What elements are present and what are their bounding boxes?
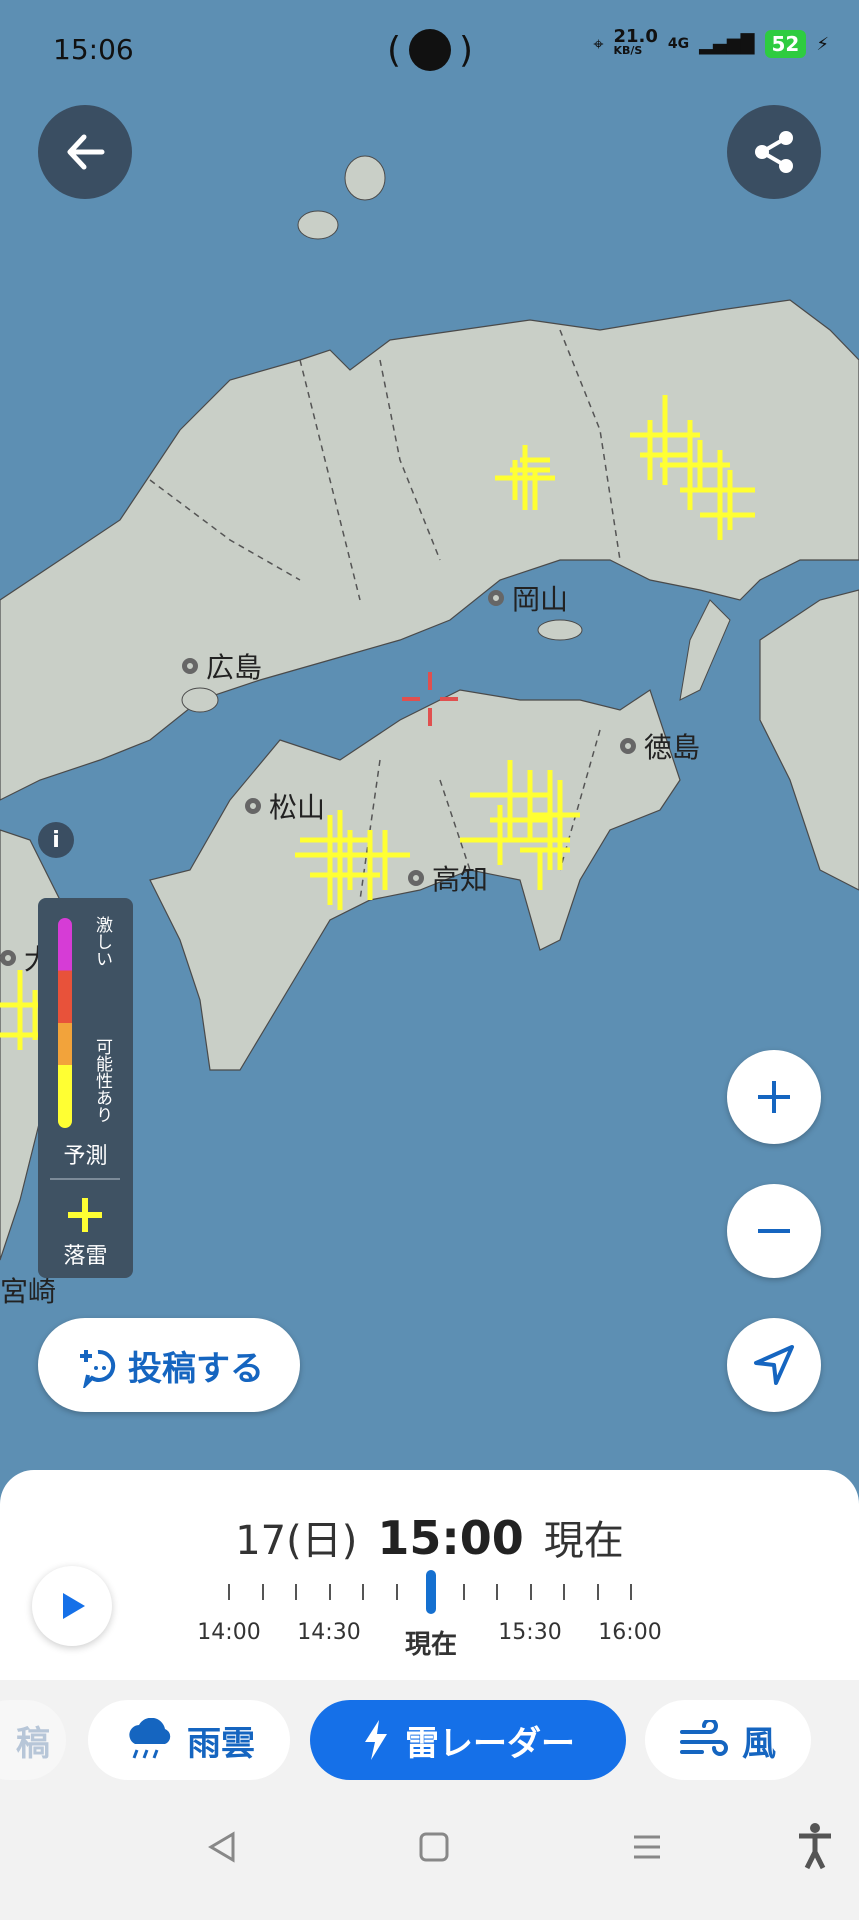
time-tick-label-current: 現在 (404, 1630, 458, 1660)
timeline-handle[interactable] (426, 1570, 436, 1614)
tab-post-label: 稿 (16, 1723, 50, 1764)
city-dot (408, 870, 424, 886)
post-button[interactable]: 投稿する (38, 1318, 300, 1412)
signal-icon: ▂▄▆█ (699, 33, 755, 55)
share-button[interactable] (727, 105, 821, 199)
time-tick-label: 15:30 (498, 1620, 562, 1645)
now-label: 現在 (543, 1518, 624, 1564)
city-tokushima[interactable]: 徳島 (620, 726, 700, 766)
accessibility-icon[interactable] (795, 1822, 835, 1870)
tab-rain-cloud-label: 雨雲 (187, 1723, 255, 1764)
hotspot-indicator: () (386, 29, 474, 71)
city-kochi[interactable]: 高知 (408, 858, 488, 898)
current-datetime: 17(日) 15:00 現在 (0, 1508, 859, 1566)
timeline-tick (228, 1584, 230, 1600)
city-dot (182, 658, 198, 674)
city-matsuyama[interactable]: 松山 (245, 786, 325, 826)
time-label: 15:00 (377, 1511, 524, 1565)
network-type: 4G (667, 36, 690, 52)
back-button[interactable] (38, 105, 132, 199)
charging-icon: ⚡ (816, 33, 829, 55)
legend-color-bar (58, 918, 72, 1128)
wind-icon (680, 1720, 728, 1756)
legend-panel: 激しい 可能性あり 予測 落雷 (38, 898, 133, 1278)
share-icon (755, 131, 793, 173)
timeline-tick (395, 1584, 398, 1600)
rain-cloud-icon (129, 1718, 171, 1759)
tab-lightning-radar[interactable]: 雷レーダー (310, 1700, 626, 1780)
city-hiroshima[interactable]: 広島 (182, 646, 262, 686)
timeline-tick (596, 1584, 599, 1600)
tab-rain-cloud[interactable]: 雨雲 (88, 1700, 290, 1780)
timeline-tick (496, 1584, 498, 1600)
status-time: 15:06 (53, 33, 134, 66)
nav-back-icon[interactable] (205, 1830, 239, 1864)
island (297, 210, 339, 240)
timeline-tick (529, 1584, 532, 1600)
post-button-label: 投稿する (128, 1348, 264, 1389)
hotspot-icon (409, 29, 451, 71)
tab-lightning-radar-label: 雷レーダー (405, 1723, 575, 1764)
island (537, 619, 583, 641)
city-dot (0, 950, 16, 966)
location-icon: ⌖ (593, 33, 604, 55)
timeline-tick (295, 1584, 297, 1600)
city-dot (245, 798, 261, 814)
timeline-tick (563, 1584, 565, 1600)
my-location-button[interactable] (727, 1318, 821, 1412)
navigation-arrow-icon (754, 1345, 794, 1385)
timeline-tick (462, 1584, 465, 1600)
legend-forecast-label: 予測 (63, 1144, 108, 1169)
tab-wind-label: 風 (742, 1723, 776, 1764)
zoom-out-button[interactable] (727, 1184, 821, 1278)
arrow-left-icon (67, 134, 105, 170)
city-dot (620, 738, 636, 754)
play-button[interactable] (32, 1566, 112, 1646)
strike-icon (66, 1196, 104, 1234)
time-tick-label: 14:30 (297, 1620, 361, 1645)
status-bar: 15:06 () ⌖ 21.0 KB/S 4G ▂▄▆█ 52 ⚡ (0, 0, 859, 100)
minus-icon (758, 1229, 790, 1233)
legend-divider (50, 1178, 120, 1180)
status-right: ⌖ 21.0 KB/S 4G ▂▄▆█ 52 ⚡ (593, 26, 829, 58)
zoom-in-button[interactable] (727, 1050, 821, 1144)
timeline-tick (328, 1584, 331, 1600)
net-speed-unit: KB/S (613, 44, 643, 57)
time-tick-label: 14:00 (197, 1620, 261, 1645)
island (344, 155, 386, 201)
post-comment-icon (80, 1349, 116, 1388)
plus-icon (758, 1081, 790, 1113)
timeline-tick (261, 1584, 264, 1600)
timeline-tick (362, 1584, 364, 1600)
legend-strike-label: 落雷 (63, 1244, 108, 1269)
city-dot (488, 590, 504, 606)
date-label: 17(日) (235, 1518, 358, 1564)
nav-home-icon[interactable] (417, 1830, 451, 1864)
tab-wind[interactable]: 風 (645, 1700, 811, 1780)
city-okayama[interactable]: 岡山 (488, 578, 568, 618)
legend-intense-label: 激しい (92, 916, 112, 967)
nav-recents-icon[interactable] (630, 1830, 664, 1864)
system-nav-bar (0, 1800, 859, 1920)
timeline-tick (630, 1584, 632, 1600)
lightning-icon (365, 1720, 387, 1760)
time-tick-label: 16:00 (598, 1620, 662, 1645)
info-icon[interactable]: i (38, 822, 74, 858)
play-icon (63, 1593, 85, 1619)
island (181, 687, 219, 713)
net-speed: 21.0 (613, 26, 658, 47)
battery-level: 52 (764, 30, 807, 58)
legend-possible-label: 可能性あり (92, 1038, 112, 1123)
